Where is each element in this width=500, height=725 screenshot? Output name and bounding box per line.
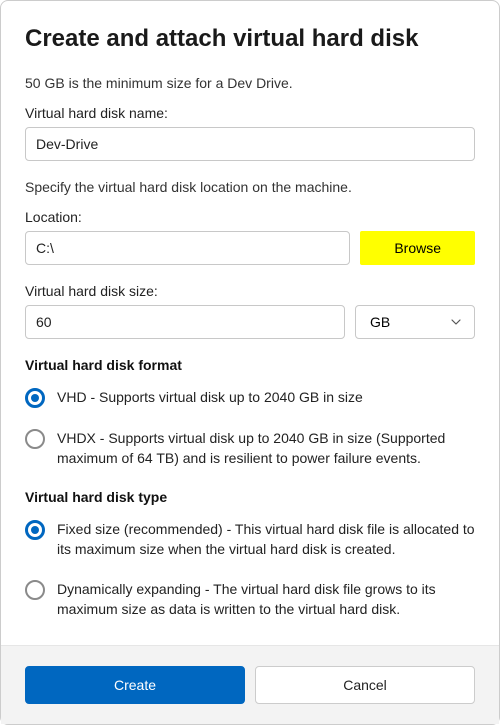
browse-button[interactable]: Browse — [360, 231, 475, 265]
cancel-button[interactable]: Cancel — [255, 666, 475, 704]
type-option-label: Dynamically expanding - The virtual hard… — [57, 579, 475, 620]
radio-icon — [25, 429, 45, 449]
format-option-label: VHD - Supports virtual disk up to 2040 G… — [57, 387, 475, 407]
size-input[interactable] — [25, 305, 345, 339]
radio-icon — [25, 580, 45, 600]
location-label: Location: — [25, 209, 475, 225]
dialog-title: Create and attach virtual hard disk — [25, 25, 475, 53]
size-unit-value: GB — [370, 314, 390, 330]
location-hint: Specify the virtual hard disk location o… — [25, 179, 475, 195]
format-option-vhd[interactable]: VHD - Supports virtual disk up to 2040 G… — [25, 387, 475, 408]
dialog-body: Create and attach virtual hard disk 50 G… — [1, 1, 499, 645]
format-option-vhdx[interactable]: VHDX - Supports virtual disk up to 2040 … — [25, 428, 475, 469]
location-input[interactable] — [25, 231, 350, 265]
create-button[interactable]: Create — [25, 666, 245, 704]
type-option-label: Fixed size (recommended) - This virtual … — [57, 519, 475, 560]
radio-icon — [25, 388, 45, 408]
disk-name-input[interactable] — [25, 127, 475, 161]
dialog-footer: Create Cancel — [1, 645, 499, 724]
disk-name-label: Virtual hard disk name: — [25, 105, 475, 121]
format-heading: Virtual hard disk format — [25, 357, 475, 373]
radio-icon — [25, 520, 45, 540]
min-size-hint: 50 GB is the minimum size for a Dev Driv… — [25, 75, 475, 91]
size-unit-select[interactable]: GB — [355, 305, 475, 339]
location-row: Browse — [25, 231, 475, 265]
type-option-dynamic[interactable]: Dynamically expanding - The virtual hard… — [25, 579, 475, 620]
type-heading: Virtual hard disk type — [25, 489, 475, 505]
format-option-label: VHDX - Supports virtual disk up to 2040 … — [57, 428, 475, 469]
size-row: GB — [25, 305, 475, 339]
size-label: Virtual hard disk size: — [25, 283, 475, 299]
type-option-fixed[interactable]: Fixed size (recommended) - This virtual … — [25, 519, 475, 560]
chevron-down-icon — [450, 316, 462, 328]
